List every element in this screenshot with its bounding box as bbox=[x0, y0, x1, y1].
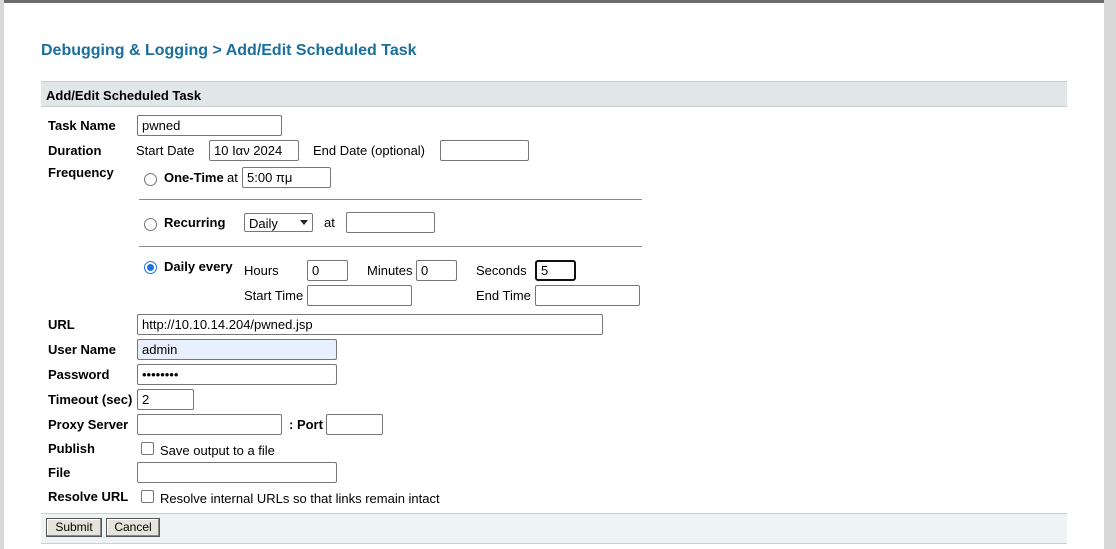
start-date-input[interactable] bbox=[209, 140, 299, 161]
seconds-input[interactable] bbox=[535, 260, 576, 281]
window-right-border bbox=[1104, 0, 1116, 549]
frequency-divider bbox=[139, 199, 642, 200]
password-label: Password bbox=[48, 367, 110, 382]
cancel-button[interactable]: Cancel bbox=[106, 518, 160, 537]
end-time-label: End Time bbox=[476, 288, 531, 303]
proxy-port-input[interactable] bbox=[326, 414, 383, 435]
minutes-label: Minutes bbox=[367, 263, 413, 278]
recurring-at-label: at bbox=[324, 215, 335, 230]
task-name-input[interactable] bbox=[137, 115, 282, 136]
timeout-label: Timeout (sec) bbox=[48, 392, 133, 407]
resolve-url-checkbox[interactable] bbox=[141, 490, 154, 503]
task-name-label: Task Name bbox=[48, 118, 116, 133]
frequency-divider bbox=[139, 246, 642, 247]
window-left-border bbox=[0, 0, 4, 549]
form-footer bbox=[41, 513, 1067, 544]
timeout-input[interactable] bbox=[137, 389, 194, 410]
resolve-url-text: Resolve internal URLs so that links rema… bbox=[160, 491, 440, 506]
end-date-input[interactable] bbox=[440, 140, 529, 161]
resolve-url-label: Resolve URL bbox=[48, 489, 129, 504]
start-date-label: Start Date bbox=[136, 143, 195, 158]
submit-button[interactable]: Submit bbox=[46, 518, 102, 537]
seconds-label: Seconds bbox=[476, 263, 527, 278]
password-input[interactable] bbox=[137, 364, 337, 385]
minutes-input[interactable] bbox=[416, 260, 457, 281]
one-time-at-label: at bbox=[227, 170, 238, 185]
url-input[interactable] bbox=[137, 314, 603, 335]
duration-label: Duration bbox=[48, 143, 102, 158]
file-label: File bbox=[48, 465, 71, 480]
daily-every-label: Daily every bbox=[164, 259, 233, 274]
daily-every-radio[interactable] bbox=[144, 261, 157, 274]
panel-header-title: Add/Edit Scheduled Task bbox=[46, 88, 202, 103]
user-name-input[interactable] bbox=[137, 339, 337, 360]
start-time-label: Start Time bbox=[244, 288, 304, 303]
end-time-input[interactable] bbox=[535, 285, 640, 306]
recurring-select[interactable]: Daily bbox=[244, 213, 313, 232]
one-time-label: One-Time bbox=[164, 170, 224, 185]
proxy-server-label: Proxy Server bbox=[48, 417, 129, 432]
hours-input[interactable] bbox=[307, 260, 348, 281]
proxy-port-label: : Port bbox=[289, 417, 323, 432]
save-output-checkbox[interactable] bbox=[141, 442, 154, 455]
recurring-time-input[interactable] bbox=[346, 212, 435, 233]
user-name-label: User Name bbox=[48, 342, 116, 357]
recurring-radio[interactable] bbox=[144, 218, 157, 231]
frequency-label: Frequency bbox=[48, 165, 114, 180]
recurring-select-value: Daily bbox=[249, 216, 278, 231]
one-time-radio[interactable] bbox=[144, 173, 157, 186]
window-top-border bbox=[0, 0, 1116, 3]
recurring-label: Recurring bbox=[164, 215, 226, 230]
hours-label: Hours bbox=[244, 263, 279, 278]
publish-label: Publish bbox=[48, 441, 95, 456]
panel-header: Add/Edit Scheduled Task bbox=[41, 81, 1067, 107]
chevron-down-icon bbox=[300, 220, 308, 225]
start-time-input[interactable] bbox=[307, 285, 412, 306]
page-title: Debugging & Logging > Add/Edit Scheduled… bbox=[41, 42, 417, 59]
url-label: URL bbox=[48, 317, 75, 332]
one-time-time-input[interactable] bbox=[242, 167, 331, 188]
save-output-label: Save output to a file bbox=[160, 443, 275, 458]
file-input[interactable] bbox=[137, 462, 337, 483]
end-date-label: End Date (optional) bbox=[313, 143, 426, 158]
proxy-server-input[interactable] bbox=[137, 414, 282, 435]
